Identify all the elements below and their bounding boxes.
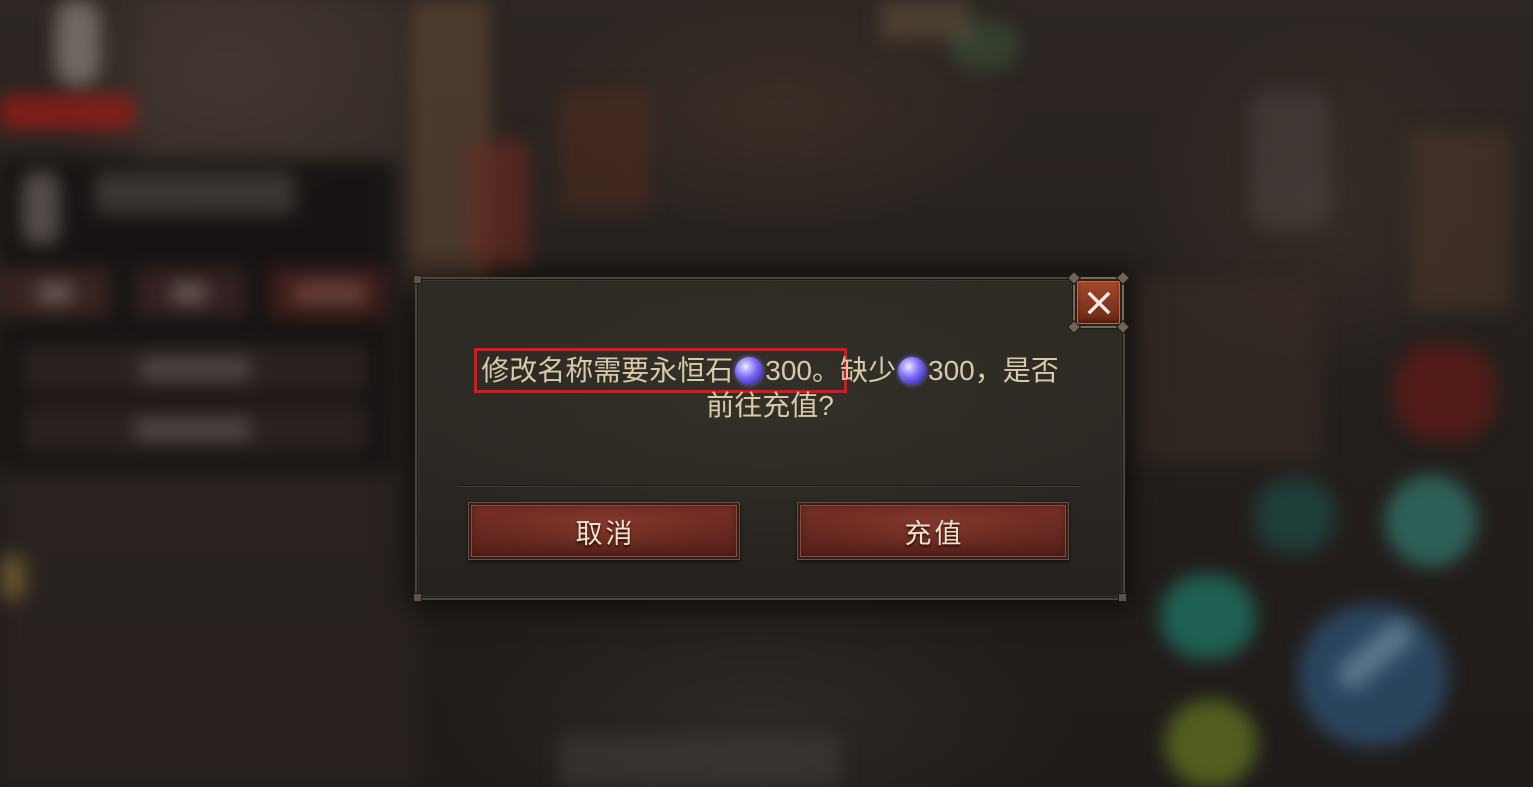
bg-right-brown-shape	[1410, 130, 1510, 310]
bg-side-panel-row-glyph	[135, 417, 250, 441]
recharge-prompt-dialog: 修改名称需要永恒石 300。 缺少 300，是否 前往充值? 取消 充值	[414, 272, 1129, 601]
message-line-1: 修改名称需要永恒石 300。 缺少 300，是否	[417, 348, 1123, 393]
cancel-button-label: 取消	[575, 518, 636, 549]
bg-teal-skill-ring	[1160, 575, 1256, 659]
close-icon	[1087, 291, 1110, 314]
eternal-orb-icon	[898, 356, 927, 385]
dialog-corner-ornament	[414, 276, 421, 283]
bg-side-panel-tab-glyph	[38, 283, 72, 303]
shortage-amount: 300，是否	[928, 355, 1059, 386]
recharge-button[interactable]: 充值	[797, 502, 1069, 560]
bg-top-left-wall	[140, 0, 400, 160]
recharge-button-label: 充值	[904, 518, 965, 549]
shortage-text: 缺少	[840, 355, 897, 386]
bg-teal-skill-orb	[1385, 475, 1477, 567]
dialog-corner-ornament	[1119, 594, 1126, 601]
rename-cost-text: 修改名称需要永恒石	[481, 355, 734, 386]
bg-tan-spot	[880, 0, 970, 40]
bg-bottom-left-floor	[0, 470, 420, 787]
bg-dark-teal-skill	[1255, 478, 1335, 553]
bg-red-prop	[470, 140, 530, 270]
bg-bottom-center-shape	[560, 735, 840, 787]
bg-red-skill-orb	[1395, 345, 1495, 440]
bg-yellow-light	[0, 555, 26, 600]
game-screen: 修改名称需要永恒石 300。 缺少 300，是否 前往充值? 取消 充值	[0, 0, 1533, 787]
message-line-2: 前往充值?	[706, 390, 834, 421]
dialog-message: 修改名称需要永恒石 300。 缺少 300，是否 前往充值?	[417, 348, 1123, 423]
bg-center-prop	[560, 90, 650, 210]
rename-cost-amount: 300。	[765, 355, 840, 386]
bg-side-panel-tab-glyph	[172, 283, 206, 303]
bg-side-panel-title	[95, 172, 295, 214]
bg-side-panel-tab-glyph	[295, 283, 365, 303]
bg-character-highlight	[55, 0, 100, 85]
bg-health-bar	[0, 95, 135, 130]
bg-right-grey-shape	[1250, 90, 1330, 230]
highlight-box: 修改名称需要永恒石 300。	[474, 348, 847, 393]
bg-right-mid-wall	[1130, 280, 1320, 460]
bg-side-panel-avatar	[22, 172, 60, 244]
bg-side-panel-row-glyph	[140, 357, 250, 381]
cancel-button[interactable]: 取消	[468, 502, 740, 560]
bg-yellow-skill-orb	[1165, 700, 1257, 787]
divider	[457, 485, 1080, 487]
dialog-corner-ornament	[414, 594, 421, 601]
close-button[interactable]	[1068, 272, 1129, 333]
close-frame-ornament	[1068, 321, 1080, 333]
eternal-orb-icon	[735, 356, 764, 385]
